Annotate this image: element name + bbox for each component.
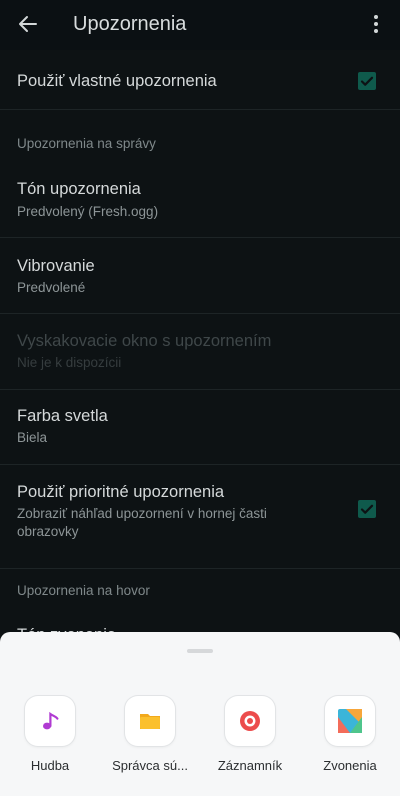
more-vertical-icon[interactable] [366, 12, 386, 36]
setting-priority-notifications[interactable]: Použiť prioritné upozornenia Zobraziť ná… [0, 465, 400, 569]
check-icon [360, 504, 374, 514]
app-option-recorder[interactable]: Záznamník [200, 696, 300, 786]
section-header-calls: Upozornenia na hovor [17, 583, 150, 598]
app-label: Zvonenia [323, 758, 377, 773]
drag-handle[interactable] [187, 649, 213, 653]
setting-light-color[interactable]: Farba svetla Biela [0, 390, 400, 465]
app-tile[interactable] [325, 696, 375, 746]
setting-vibration[interactable]: Vibrovanie Predvolené [0, 238, 400, 314]
folder-icon [140, 714, 160, 729]
app-option-file-manager[interactable]: Správca sú... [100, 696, 200, 786]
ringtones-icon [338, 709, 362, 733]
recorder-icon [240, 711, 260, 731]
setting-custom-notifications[interactable]: Použiť vlastné upozornenia [0, 50, 400, 110]
app-tile[interactable] [225, 696, 275, 746]
custom-notifications-checkbox[interactable] [358, 72, 376, 90]
setting-popup-notification: Vyskakovacie okno s upozornením Nie je k… [0, 314, 400, 390]
setting-title: Použiť vlastné upozornenia [17, 72, 217, 90]
page-title: Upozornenia [73, 13, 187, 35]
app-label: Hudba [30, 758, 70, 773]
app-label: Záznamník [217, 758, 283, 773]
setting-title: Vyskakovacie okno s upozornením [17, 332, 272, 350]
app-label: Správca sú... [112, 758, 188, 773]
app-bar: Upozornenia [0, 0, 400, 50]
setting-description: Zobraziť náhľad upozornení v hornej čast… [17, 506, 267, 539]
music-note-icon [43, 711, 59, 730]
setting-title: Vibrovanie [17, 257, 95, 275]
app-option-ringtones[interactable]: Zvonenia [300, 696, 400, 786]
setting-notification-tone[interactable]: Tón upozornenia Predvolený (Fresh.ogg) [0, 163, 400, 238]
app-tile[interactable] [125, 696, 175, 746]
arrow-left-icon[interactable] [16, 12, 40, 36]
setting-title: Tón upozornenia [17, 180, 141, 198]
setting-value: Nie je k dispozícii [17, 355, 122, 370]
app-tile[interactable] [25, 696, 75, 746]
check-icon [360, 76, 374, 86]
setting-value: Biela [17, 430, 48, 445]
section-header-messages: Upozornenia na správy [17, 136, 156, 151]
settings-list: Použiť vlastné upozornenia Upozornenia n… [0, 50, 400, 644]
app-option-music[interactable]: Hudba [0, 696, 100, 786]
setting-title: Farba svetla [17, 407, 108, 425]
setting-value: Predvolený (Fresh.ogg) [17, 204, 159, 219]
setting-value: Predvolené [17, 280, 86, 295]
priority-notifications-checkbox[interactable] [358, 500, 376, 518]
setting-title: Použiť prioritné upozornenia [17, 483, 225, 501]
app-chooser-sheet: Hudba Správca sú... Záznamník Zvonenia [0, 632, 400, 796]
